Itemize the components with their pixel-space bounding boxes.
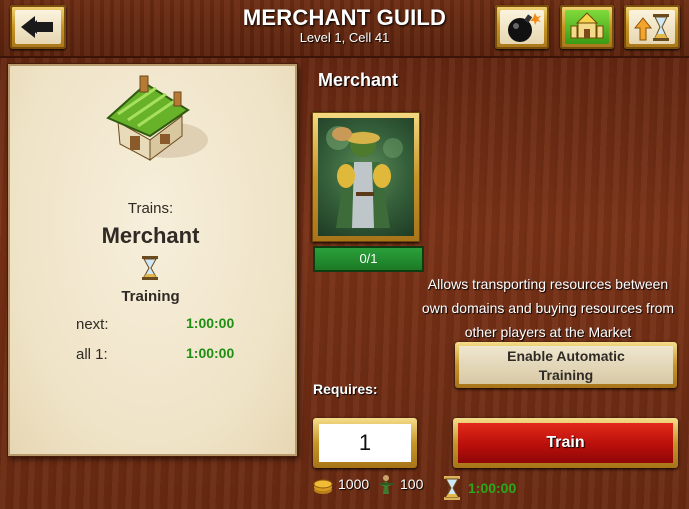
building-upgrade-button[interactable] bbox=[560, 5, 614, 49]
auto-training-line-2: Training bbox=[538, 367, 594, 383]
population-icon bbox=[377, 474, 395, 496]
auto-training-label: Enable Automatic Training bbox=[459, 346, 673, 384]
time-hourglass-icon bbox=[443, 476, 461, 500]
requires-label: Requires: bbox=[313, 381, 378, 397]
description-line-2: own domains and buying resources from bbox=[421, 300, 675, 316]
enable-automatic-training-button[interactable]: Enable Automatic Training bbox=[455, 342, 677, 388]
unit-count-badge: 0/1 bbox=[313, 246, 424, 272]
speedup-button[interactable] bbox=[624, 5, 680, 49]
unit-portrait-frame[interactable] bbox=[312, 112, 420, 242]
gold-cost: 1000 bbox=[338, 476, 370, 492]
all-label: all 1: bbox=[76, 346, 108, 363]
bomb-icon bbox=[500, 10, 544, 44]
train-button-label: Train bbox=[458, 423, 673, 463]
hourglass-upgrade-icon bbox=[629, 10, 675, 44]
total-training-time: 1:00:00 bbox=[468, 480, 517, 496]
unit-title: Merchant bbox=[318, 70, 399, 90]
description-line-1: Allows transporting resources between bbox=[427, 276, 669, 292]
all-time: 1:00:00 bbox=[186, 345, 235, 361]
building-upgrade-icon bbox=[565, 10, 609, 44]
population-cost: 100 bbox=[400, 476, 424, 492]
training-label: Training bbox=[121, 288, 180, 305]
merchant-guild-building-image bbox=[98, 74, 208, 174]
bomb-button[interactable] bbox=[495, 5, 549, 49]
description-line-3: other players at the Market bbox=[464, 324, 632, 340]
trained-unit-name: Merchant bbox=[101, 223, 200, 248]
next-label: next: bbox=[76, 316, 109, 333]
next-time: 1:00:00 bbox=[186, 315, 235, 331]
quantity-input[interactable] bbox=[319, 424, 411, 462]
unit-description: Allows transporting resources between ow… bbox=[412, 272, 684, 344]
auto-training-line-1: Enable Automatic bbox=[507, 348, 625, 364]
hourglass-icon bbox=[141, 256, 159, 280]
merchant-portrait-image bbox=[318, 118, 414, 236]
trains-label: Trains: bbox=[127, 200, 174, 217]
train-button[interactable]: Train bbox=[453, 418, 678, 468]
quantity-field-frame bbox=[313, 418, 417, 468]
gold-coins-icon bbox=[312, 474, 334, 496]
